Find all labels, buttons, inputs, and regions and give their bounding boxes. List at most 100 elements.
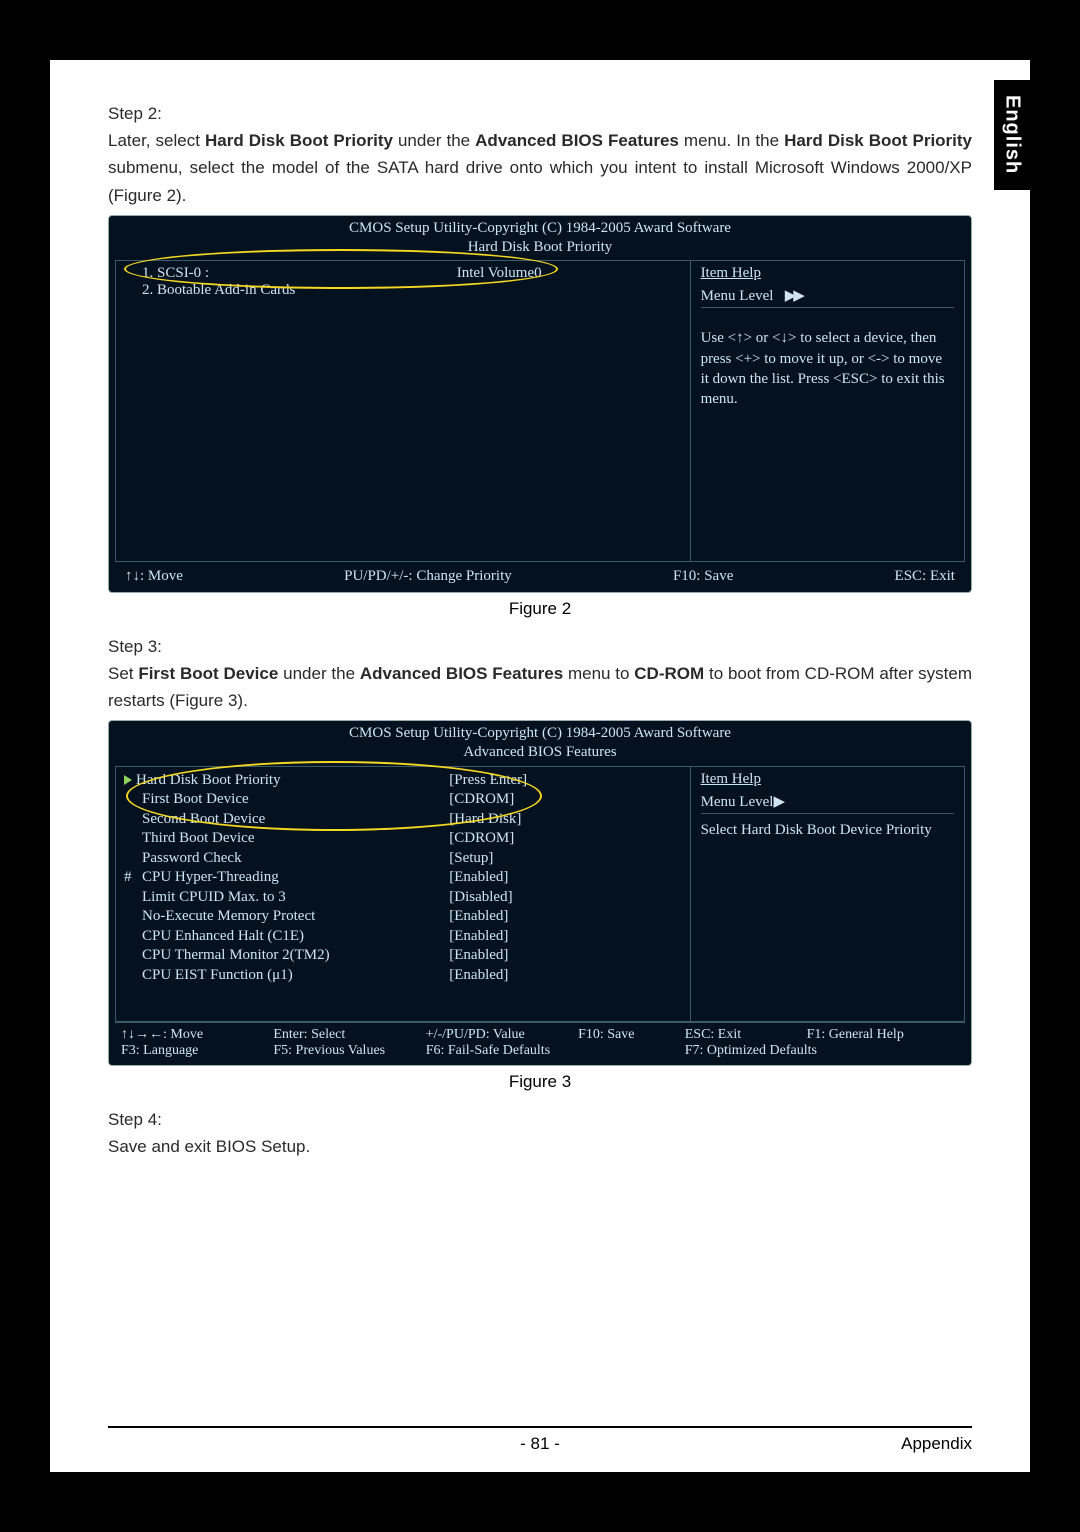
label-text: Limit CPUID Max. to 3 [142,889,286,905]
t: under the [393,131,475,150]
bios-item-row: #CPU Hyper-Threading[Enabled] [124,868,682,888]
label-text: Hard Disk Boot Priority [136,772,281,788]
help-title: Item Help [701,265,954,282]
f-move: ↑↓: Move [125,568,183,585]
bios-item-label: No-Execute Memory Protect [124,907,449,927]
step3-body: Set First Boot Device under the Advanced… [108,660,972,714]
bios-item-value: [Enabled] [449,966,681,986]
label-text: CPU Thermal Monitor 2(TM2) [142,947,330,963]
label-text: Password Check [142,850,242,866]
c: F7: Optimized Defaults [685,1043,959,1059]
t: Hard Disk Boot Priority [109,238,971,257]
row2: 2. Bootable Add-in Cards [124,282,682,299]
bios-help-panel: Item Help Menu Level▶ Select Hard Disk B… [691,767,964,1021]
bios-item-label: CPU EIST Function (μ1) [124,966,449,986]
menu-level: Menu Level [701,794,774,810]
help-text: Use <↑> or <↓> to select a device, then … [701,328,954,409]
footer-rule [108,1426,972,1428]
label-text: Second Boot Device [142,811,265,827]
bios-title: CMOS Setup Utility-Copyright (C) 1984-20… [109,721,971,762]
c: +/-/PU/PD: Value [426,1027,578,1043]
bios-item-label: Limit CPUID Max. to 3 [124,888,449,908]
t: CD-ROM [634,664,704,683]
triangle-icon [124,775,132,785]
bios-item-row: CPU Thermal Monitor 2(TM2) [Enabled] [124,946,682,966]
c: F6: Fail-Safe Defaults [426,1043,578,1059]
t: First Boot Device [138,664,278,683]
bios-item-row: Limit CPUID Max. to 3 [Disabled] [124,888,682,908]
page-footer: - 81 - Appendix [108,1434,972,1454]
bios-item-row: Hard Disk Boot Priority [Press Enter] [124,771,682,791]
menu-level: Menu Level [701,288,774,304]
bios-footer: ↑↓→←: Move Enter: Select +/-/PU/PD: Valu… [115,1022,965,1065]
bios-item-row: No-Execute Memory Protect [Enabled] [124,907,682,927]
bios-item-row: Password Check [Setup] [124,849,682,869]
bios-item-row: CPU Enhanced Halt (C1E)[Enabled] [124,927,682,947]
step2-heading: Step 2: [108,100,972,127]
label-text: CPU EIST Function (μ1) [142,967,293,983]
f-exit: ESC: Exit [895,568,955,585]
bios-item-value: [Hard Disk] [449,810,681,830]
bios-item-row: First Boot Device [CDROM] [124,790,682,810]
bios-item-label: #CPU Hyper-Threading [124,868,449,888]
bios-fig3: CMOS Setup Utility-Copyright (C) 1984-20… [108,720,972,1066]
bios-item-value: [Enabled] [449,927,681,947]
c: F3: Language [121,1043,273,1059]
c: ESC: Exit [685,1027,807,1043]
bios-item-label: Password Check [124,849,449,869]
help-text: Select Hard Disk Boot Device Priority [701,820,954,840]
bios-item-label: CPU Enhanced Halt (C1E) [124,927,449,947]
arrow-icon: ▶ [773,794,785,810]
c: F10: Save [578,1027,685,1043]
t: under the [278,664,360,683]
label-text: CPU Hyper-Threading [142,869,279,885]
c: F1: General Help [807,1027,959,1043]
arrow-icon: ▶▶ [785,288,802,304]
bios-item-value: [CDROM] [449,790,681,810]
label-text: First Boot Device [142,791,249,807]
step2-body: Later, select Hard Disk Boot Priority un… [108,127,972,209]
bios-left-panel: Hard Disk Boot Priority[Press Enter]Firs… [116,767,691,1021]
t: Advanced BIOS Features [475,131,679,150]
bios-item-value: [Disabled] [449,888,681,908]
bios-item-label: First Boot Device [124,790,449,810]
t: Hard Disk Boot Priority [205,131,393,150]
bios-item-value: [Enabled] [449,946,681,966]
bios-item-label: Third Boot Device [124,829,449,849]
t: Advanced BIOS Features [360,664,563,683]
bios-item-row: CPU EIST Function (μ1) [Enabled] [124,966,682,986]
t: menu to [563,664,634,683]
bios-item-value: [Setup] [449,849,681,869]
bios-title: CMOS Setup Utility-Copyright (C) 1984-20… [109,216,971,257]
bios-item-row: Third Boot Device [CDROM] [124,829,682,849]
c: Enter: Select [273,1027,425,1043]
help-title: Item Help [701,771,954,788]
fig2-caption: Figure 2 [108,599,972,619]
bios-item-label: Second Boot Device [124,810,449,830]
step4-text: Save and exit BIOS Setup. [108,1133,972,1160]
bios-item-value: [Press Enter] [449,771,681,791]
t: Advanced BIOS Features [109,743,971,762]
bios-item-label: Hard Disk Boot Priority [124,771,449,791]
t: CMOS Setup Utility-Copyright (C) 1984-20… [109,219,971,238]
bios-footer: ↑↓: Move PU/PD/+/-: Change Priority F10:… [109,562,971,595]
bios-item-value: [Enabled] [449,907,681,927]
c: ↑↓→←: Move [121,1027,273,1043]
t: Later, select [108,131,205,150]
label-text: Third Boot Device [142,830,254,846]
row1-l: 1. SCSI-0 : [124,265,457,282]
row1-r: Intel Volume0 [457,265,682,282]
t: Hard Disk Boot Priority [784,131,972,150]
marker: # [124,868,142,888]
step3-heading: Step 3: [108,633,972,660]
f-change: PU/PD/+/-: Change Priority [344,568,512,585]
bios-left-panel: 1. SCSI-0 : Intel Volume0 2. Bootable Ad… [116,261,691,561]
f-save: F10: Save [673,568,733,585]
bios-item-value: [CDROM] [449,829,681,849]
bios-item-value: [Enabled] [449,868,681,888]
bios-fig2: CMOS Setup Utility-Copyright (C) 1984-20… [108,215,972,593]
language-tab: English [994,80,1030,190]
page-number: - 81 - [108,1434,972,1454]
bios-item-row: Second Boot Device [Hard Disk] [124,810,682,830]
label-text: No-Execute Memory Protect [142,908,315,924]
